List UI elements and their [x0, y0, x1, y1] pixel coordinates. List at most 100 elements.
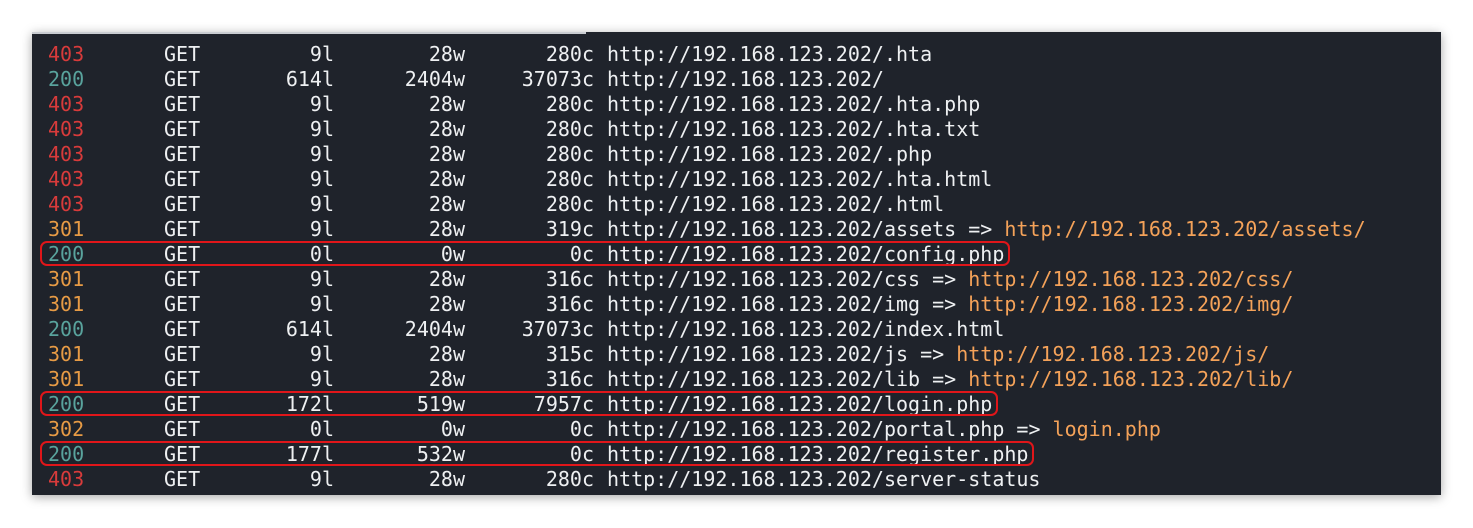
- status-code: 200: [48, 317, 85, 341]
- status-code: 200: [48, 442, 85, 466]
- result-url: http://192.168.123.202/.hta.html: [607, 167, 992, 192]
- status-code: 403: [48, 117, 85, 141]
- line-count: 9l: [309, 292, 334, 316]
- word-count: 28w: [428, 192, 465, 216]
- result-row: 200 GET 614l 2404w 37073c http://192.168.123.…: [32, 67, 1441, 92]
- redirect-url: login.php: [1052, 417, 1161, 441]
- status-code: 301: [48, 267, 85, 291]
- status-code: 200: [48, 67, 85, 91]
- result-row: 403 GET 9l 28w 280c http://192.168.123.202/se…: [32, 467, 1441, 492]
- url-text: http://192.168.123.202/portal.php: [607, 417, 1005, 441]
- result-url: http://192.168.123.202/register.php: [607, 442, 1028, 467]
- word-count: 28w: [428, 117, 465, 141]
- redirect-url: http://192.168.123.202/assets/: [1004, 217, 1366, 241]
- word-count: 2404w: [404, 317, 465, 341]
- url-text: http://192.168.123.202/.hta: [607, 42, 933, 66]
- line-count: 9l: [309, 367, 334, 391]
- line-count: 9l: [309, 142, 334, 166]
- status-code: 200: [48, 242, 85, 266]
- result-row: 301 GET 9l 28w 319c http://192.168.123.202/as…: [32, 217, 1441, 242]
- url-text: http://192.168.123.202/css: [607, 267, 921, 291]
- line-count: 9l: [309, 167, 334, 191]
- line-count: 9l: [309, 217, 334, 241]
- http-method: GET: [164, 67, 201, 91]
- result-row: 301 GET 9l 28w 316c http://192.168.123.202/li…: [32, 367, 1441, 392]
- url-text: http://192.168.123.202/.hta.html: [607, 167, 993, 191]
- http-method: GET: [164, 217, 201, 241]
- url-text: http://192.168.123.202/server-status: [607, 467, 1041, 491]
- redirect-url: http://192.168.123.202/css/: [968, 267, 1294, 291]
- line-count: 172l: [285, 392, 334, 416]
- status-code: 403: [48, 42, 85, 66]
- result-row: 302 GET 0l 0w 0c http://192.168.123.202/porta…: [32, 417, 1441, 442]
- char-count: 37073c: [521, 67, 594, 91]
- result-row: 200 GET 177l 532w 0c http://192.168.123.202/r…: [32, 441, 1441, 467]
- line-count: 9l: [309, 92, 334, 116]
- line-count: 9l: [309, 267, 334, 291]
- char-count: 319c: [545, 217, 594, 241]
- url-text: http://192.168.123.202/js: [607, 342, 909, 366]
- http-method: GET: [164, 417, 201, 441]
- http-method: GET: [164, 117, 201, 141]
- url-text: http://192.168.123.202/: [607, 67, 884, 91]
- status-code: 403: [48, 192, 85, 216]
- char-count: 0c: [569, 442, 594, 466]
- result-url: http://192.168.123.202/.hta.php: [607, 92, 980, 117]
- redirect-arrow: =>: [968, 217, 993, 241]
- result-url: http://192.168.123.202/: [607, 67, 884, 92]
- status-code: 301: [48, 217, 85, 241]
- status-code: 403: [48, 92, 85, 116]
- char-count: 280c: [545, 192, 594, 216]
- word-count: 28w: [428, 292, 465, 316]
- redirect-url: http://192.168.123.202/js/: [956, 342, 1270, 366]
- http-method: GET: [164, 167, 201, 191]
- result-row: 403 GET 9l 28w 280c http://192.168.123.202/.h…: [32, 92, 1441, 117]
- status-code: 301: [48, 342, 85, 366]
- result-row: 301 GET 9l 28w 316c http://192.168.123.202/im…: [32, 292, 1441, 317]
- word-count: 519w: [416, 392, 465, 416]
- url-text: http://192.168.123.202/img: [607, 292, 921, 316]
- result-url: http://192.168.123.202/.php: [607, 142, 932, 167]
- result-url: http://192.168.123.202/css => http://192…: [607, 267, 1293, 292]
- line-count: 0l: [309, 242, 334, 266]
- char-count: 280c: [545, 92, 594, 116]
- char-count: 280c: [545, 142, 594, 166]
- http-method: GET: [164, 467, 201, 491]
- line-count: 614l: [285, 67, 334, 91]
- status-code: 403: [48, 142, 85, 166]
- char-count: 37073c: [521, 317, 594, 341]
- result-url: http://192.168.123.202/img => http://192…: [607, 292, 1293, 317]
- word-count: 28w: [428, 142, 465, 166]
- result-url: http://192.168.123.202/portal.php => log…: [607, 417, 1161, 442]
- http-method: GET: [164, 292, 201, 316]
- result-row: 301 GET 9l 28w 316c http://192.168.123.202/cs…: [32, 267, 1441, 292]
- result-url: http://192.168.123.202/assets => http://…: [607, 217, 1366, 242]
- word-count: 28w: [428, 42, 465, 66]
- http-method: GET: [164, 342, 201, 366]
- url-text: http://192.168.123.202/.hta.txt: [607, 117, 981, 141]
- line-count: 0l: [309, 417, 334, 441]
- result-row: 403 GET 9l 28w 280c http://192.168.123.202/.h…: [32, 117, 1441, 142]
- status-code: 302: [48, 417, 85, 441]
- url-text: http://192.168.123.202/.hta.php: [607, 92, 981, 116]
- word-count: 28w: [428, 217, 465, 241]
- http-method: GET: [164, 192, 201, 216]
- char-count: 0c: [569, 242, 594, 266]
- word-count: 2404w: [404, 67, 465, 91]
- char-count: 315c: [545, 342, 594, 366]
- line-count: 177l: [285, 442, 334, 466]
- char-count: 316c: [545, 367, 594, 391]
- line-count: 9l: [309, 117, 334, 141]
- word-count: 28w: [428, 92, 465, 116]
- http-method: GET: [164, 142, 201, 166]
- http-method: GET: [164, 42, 201, 66]
- redirect-arrow: =>: [920, 342, 945, 366]
- word-count: 28w: [428, 367, 465, 391]
- url-text: http://192.168.123.202/assets: [607, 217, 957, 241]
- word-count: 28w: [428, 167, 465, 191]
- result-row: 301 GET 9l 28w 315c http://192.168.123.202/js…: [32, 342, 1441, 367]
- char-count: 280c: [545, 117, 594, 141]
- result-row: 403 GET 9l 28w 280c http://192.168.123.202/.h…: [32, 42, 1441, 67]
- http-method: GET: [164, 367, 201, 391]
- result-row: 200 GET 614l 2404w 37073c http://192.168.123.…: [32, 317, 1441, 342]
